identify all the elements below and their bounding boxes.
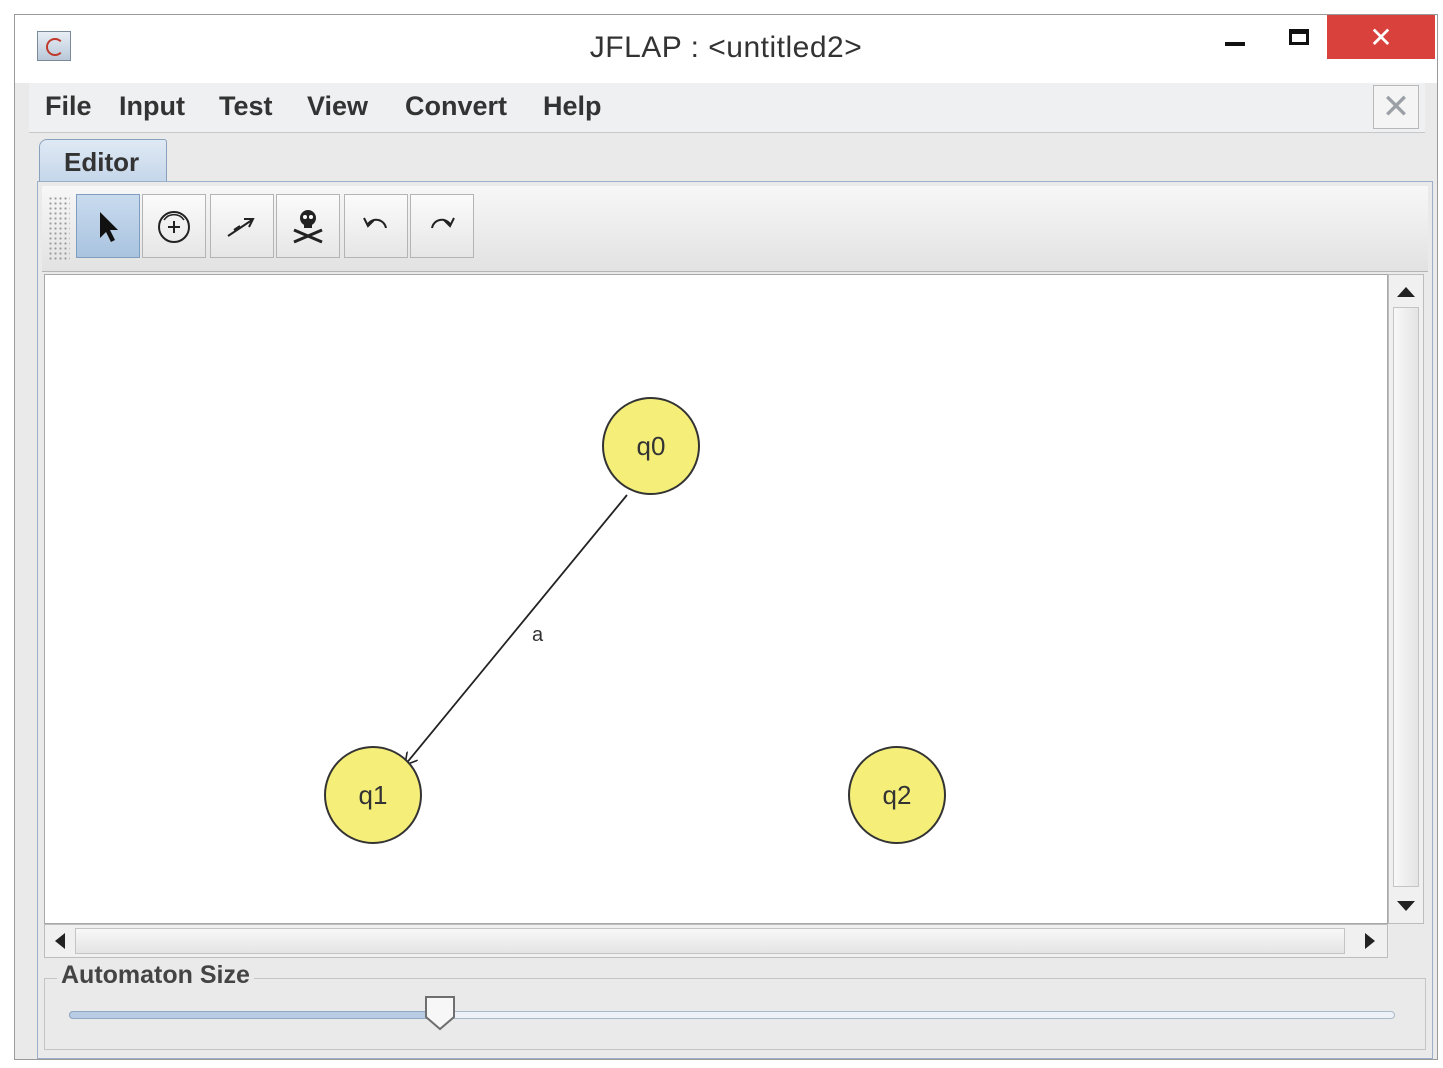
scroll-corner [1388,924,1424,958]
state-q1[interactable]: q1 [324,746,422,844]
automaton-canvas[interactable]: a q0 q1 q2 [44,274,1388,924]
state-add-icon [158,211,190,243]
undo-icon [363,217,387,229]
undo-button[interactable] [344,194,408,258]
minimize-button[interactable] [1215,15,1255,59]
vertical-scroll-thumb[interactable] [1393,307,1419,887]
deleter-tool-button[interactable] [276,194,340,258]
automaton-size-label: Automaton Size [57,961,254,990]
menu-input[interactable]: Input [119,91,185,122]
close-tab-button[interactable]: ✕ [1373,85,1419,129]
tab-editor-label: Editor [64,147,140,177]
menu-bar: File Input Test View Convert Help ✕ [29,83,1425,133]
scroll-left-icon[interactable] [55,933,65,949]
menu-file[interactable]: File [45,91,92,122]
title-bar[interactable]: JFLAP : <untitled2> ✕ [15,15,1437,83]
state-creator-tool-button[interactable] [142,194,206,258]
redo-button[interactable] [410,194,474,258]
toolbar-grip[interactable] [48,196,70,262]
scroll-up-icon[interactable] [1397,287,1415,297]
transition-q0-q1[interactable]: a [405,494,628,765]
arrow-pointer-icon [100,212,118,242]
state-q0-label: q0 [637,431,666,461]
state-q1-label: q1 [359,780,388,810]
horizontal-scrollbar[interactable] [44,924,1388,958]
state-q0[interactable]: q0 [602,397,700,495]
slider-thumb[interactable] [423,995,457,1031]
menu-test[interactable]: Test [219,91,273,122]
minimize-icon [1225,42,1245,46]
menu-view[interactable]: View [307,91,368,122]
transition-arrow-icon [227,218,255,237]
menu-convert[interactable]: Convert [405,91,507,122]
automaton-size-group: Automaton Size [44,961,1426,1050]
scroll-down-icon[interactable] [1397,901,1415,911]
horizontal-scroll-thumb[interactable] [75,928,1345,954]
vertical-scrollbar[interactable] [1388,274,1424,924]
maximize-icon [1289,29,1309,45]
redo-icon [431,217,455,229]
automaton-size-slider[interactable] [69,996,1395,1031]
transition-label[interactable]: a [532,624,544,646]
attribute-editor-tool-button[interactable] [76,194,140,258]
scroll-right-icon[interactable] [1365,933,1375,949]
close-window-button[interactable]: ✕ [1327,15,1435,59]
automaton-diagram[interactable]: a q0 q1 q2 [45,275,1387,923]
maximize-button[interactable] [1279,15,1319,59]
state-q2[interactable]: q2 [848,746,946,844]
skull-crossbones-icon [293,210,323,244]
jflap-window: JFLAP : <untitled2> ✕ File Input Test Vi… [14,14,1438,1060]
transition-creator-tool-button[interactable] [210,194,274,258]
toolbar [42,186,1428,272]
menu-help[interactable]: Help [543,91,602,122]
editor-panel: a q0 q1 q2 Automaton Size [37,181,1433,1059]
state-q2-label: q2 [883,780,912,810]
slider-fill [69,1011,440,1019]
tab-editor[interactable]: Editor [39,139,167,183]
